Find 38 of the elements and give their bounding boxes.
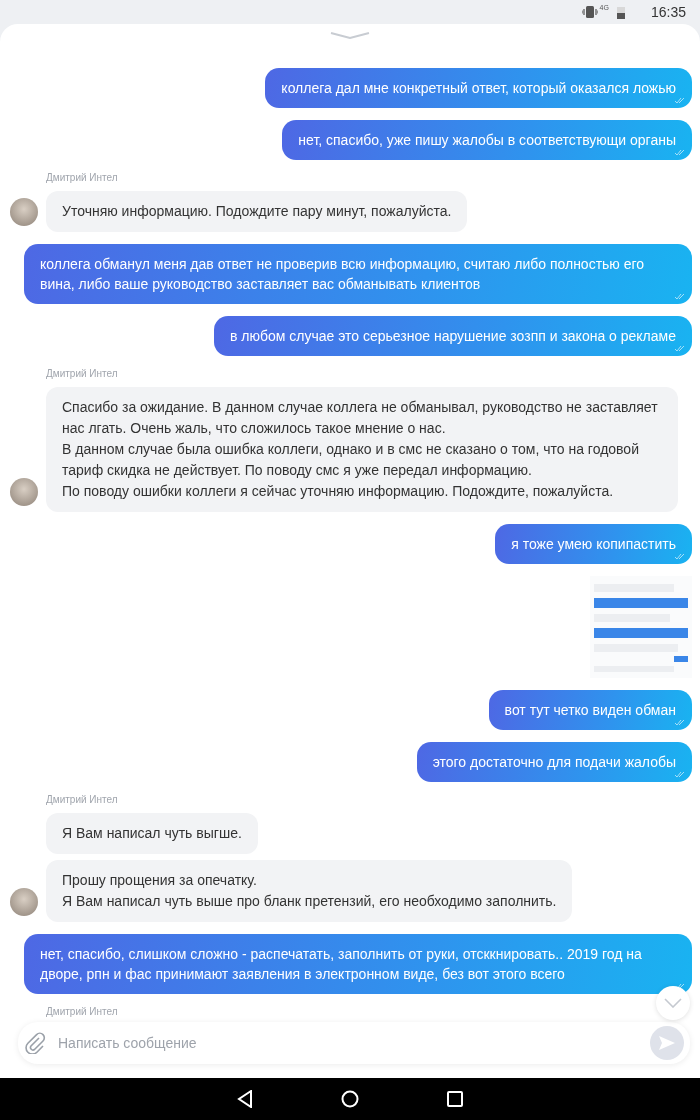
received-message: Спасибо за ожидание. В данном случае коллега не обманывал, руководство не заставляет нас лгать. Очень жаль, что сложилось такое мнение о нас. В данном случае была ошибка коллеги, однако и в смс не сказано о том, что на годовой тариф скидка не действует. По поводу смс я уже передал информацию. По поводу ошибки коллеги я сейчас уточняю информацию. Подождите, пожалуйста. [46, 387, 678, 512]
collapse-handle-icon[interactable] [330, 31, 370, 39]
received-message: Прошу прощения за опечатку. Я Вам написал чуть выше про бланк претензий, его необходимо заполнить. [46, 860, 573, 922]
sender-name: Дмитрий Интел [46, 368, 119, 379]
read-check-icon [674, 771, 686, 778]
sent-message: нет, спасибо, уже пишу жалобы в соответствующи органы [282, 120, 692, 160]
avatar [10, 478, 38, 506]
sent-message: коллега обманул меня дав ответ не проверив всю информацию, считаю либо полностью его вина, либо ваше руководство заставляет вас обманывать клиентов [24, 244, 692, 304]
send-icon [659, 1036, 675, 1050]
chevron-down-icon [664, 998, 682, 1008]
sender-name: Дмитрий Интел [46, 1006, 119, 1017]
sent-message: я тоже умею копипастить [495, 524, 692, 564]
avatar [10, 888, 38, 916]
home-icon[interactable] [341, 1090, 359, 1108]
read-check-icon [674, 719, 686, 726]
received-message: Уточняю информацию. Подождите пару минут, пожалуйста. [46, 191, 468, 232]
read-check-icon [674, 149, 686, 156]
sender-name: Дмитрий Интел [46, 172, 119, 183]
sent-message: коллега дал мне конкретный ответ, который оказался ложью [265, 68, 692, 108]
clock: 16:35 [650, 4, 686, 20]
avatar [10, 198, 38, 226]
battery-icon [616, 5, 625, 19]
scroll-down-button[interactable] [656, 986, 690, 1020]
back-icon[interactable] [237, 1090, 253, 1108]
message-field[interactable]: Написать сообщение [56, 1034, 640, 1052]
read-check-icon [674, 345, 686, 352]
paperclip-icon[interactable] [24, 1032, 46, 1054]
recent-apps-icon[interactable] [447, 1091, 463, 1107]
received-message: Я Вам написал чуть выгше. [46, 813, 258, 854]
read-check-icon [674, 97, 686, 104]
vibrate-icon [581, 6, 598, 18]
sent-message: вот тут четко виден обман [488, 690, 692, 730]
sender-name: Дмитрий Интел [46, 794, 119, 805]
read-check-icon [674, 293, 686, 300]
sent-message: нет, спасибо, слишком сложно - распечатать, заполнить от руки, отсккнировать.. 2019 год на дворе, рпн и фас принимают заявления в электронном виде, без вот этого всего [24, 934, 692, 994]
sent-message: этого достаточно для подачи жалобы [416, 742, 692, 782]
read-check-icon [674, 553, 686, 560]
sent-message: в любом случае это серьезное нарушение зозпп и закона о рекламе [214, 316, 692, 356]
